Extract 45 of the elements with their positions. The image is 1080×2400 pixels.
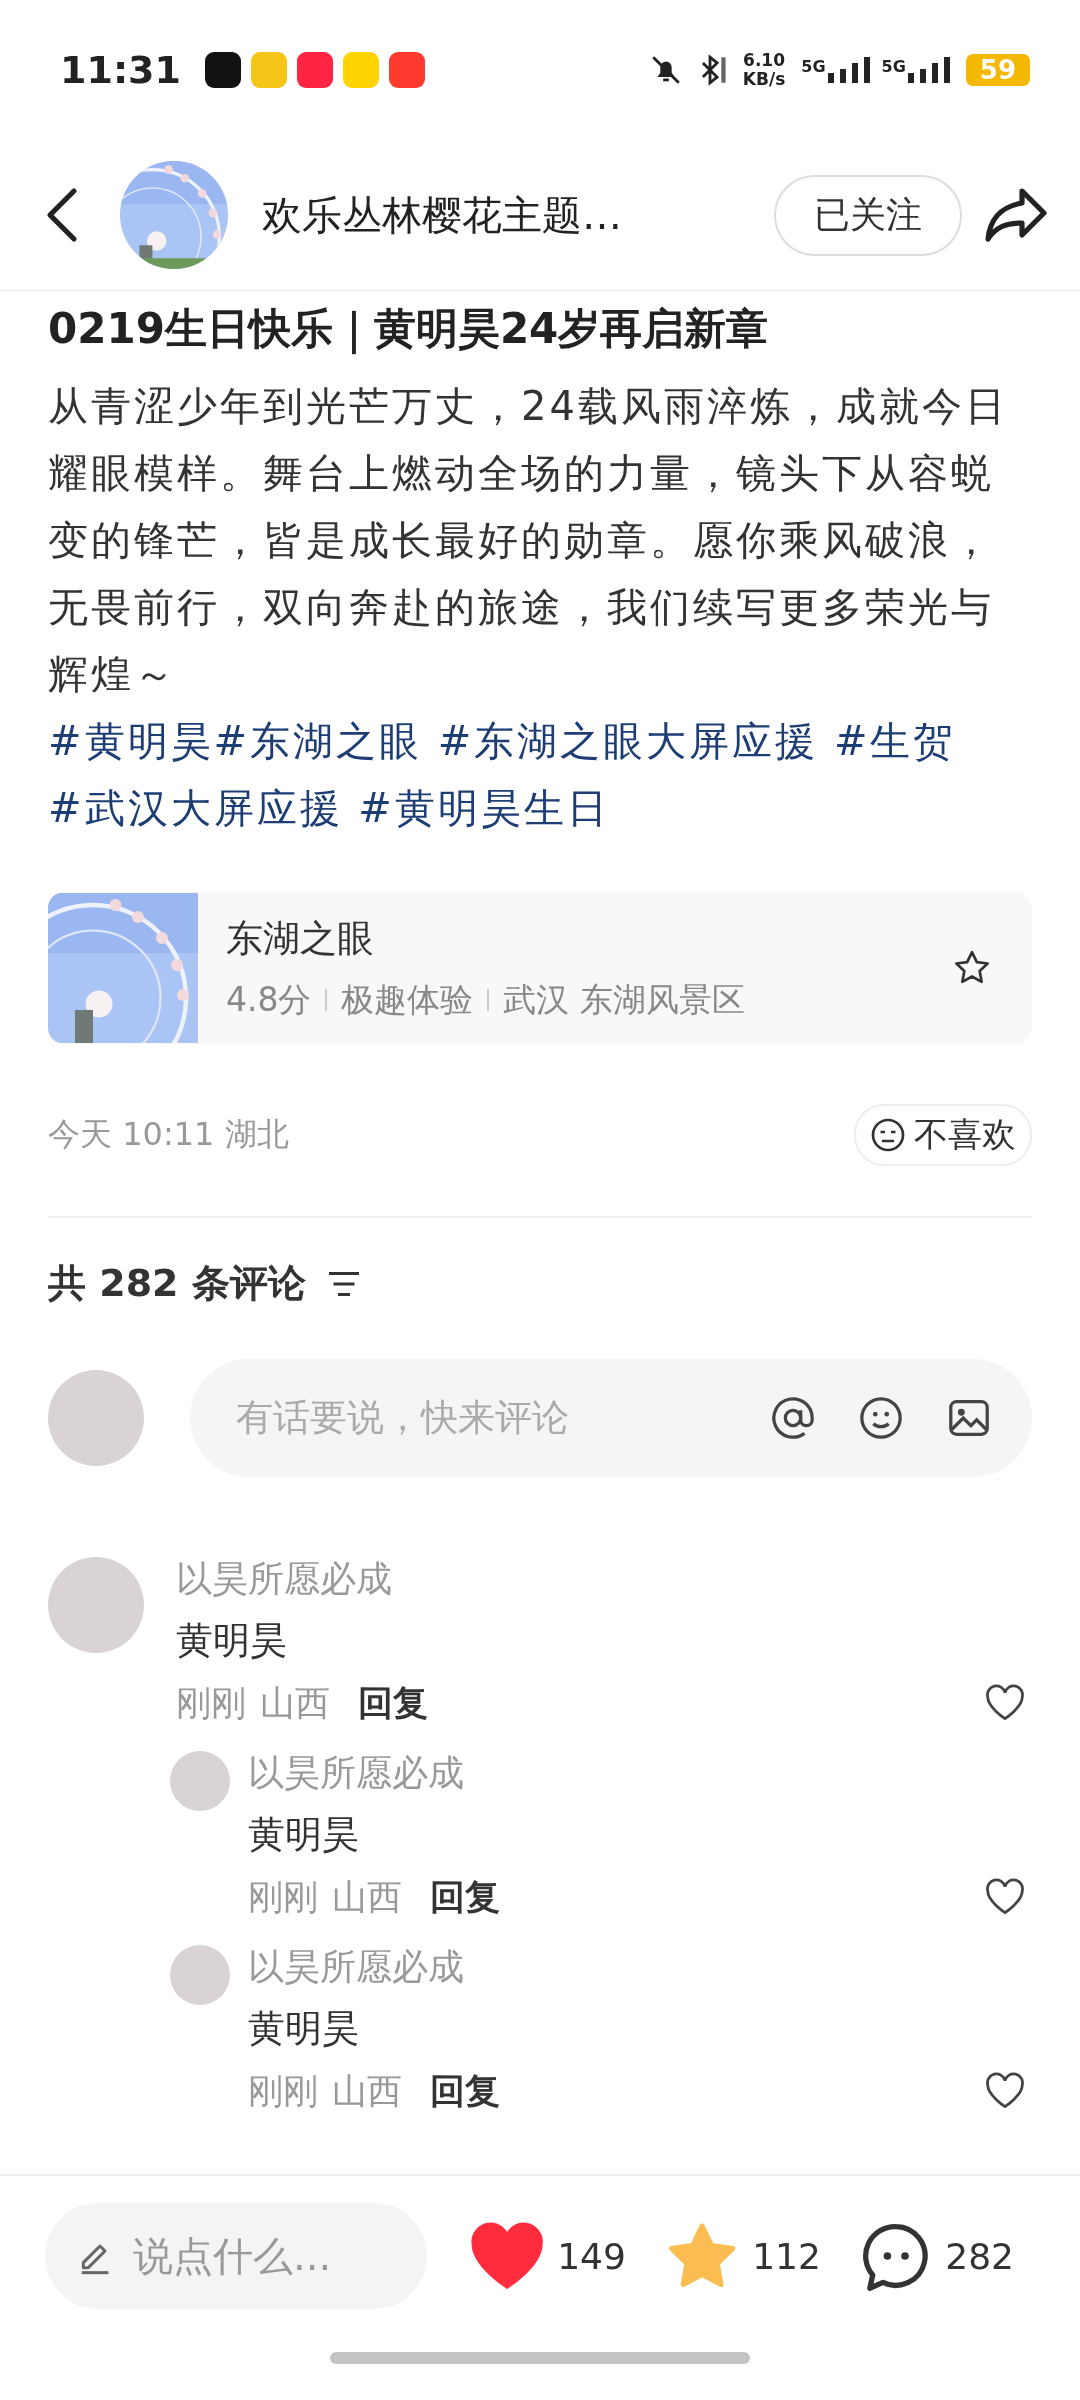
neutral-face-icon [870, 1117, 906, 1153]
hashtag-text[interactable]: #黄明昊#东湖之眼 #东湖之眼大屏应援 #生贺 #武汉大屏应援 #黄明昊生日 [48, 708, 1008, 842]
comment-time: 刚刚 [176, 1682, 246, 1725]
post-title: 0219生日快乐｜黄明昊24岁再启新章 [48, 303, 770, 356]
reply-link[interactable]: 回复 [430, 1875, 500, 1919]
status-time: 11:31 [60, 48, 181, 92]
reply-link[interactable]: 回复 [358, 1681, 428, 1725]
at-sign-icon[interactable] [770, 1395, 816, 1441]
battery-indicator: 59 [965, 54, 1030, 86]
post-body: 从青涩少年到光芒万丈，24载风雨淬炼，成就今日耀眼模样。舞台上燃动全场的力量，镜头下从容蜕变的锋芒，皆是成长最好的勋章。愿你乘风破浪，无畏前行，双向奔赴的旅途，我们续写更多荣光与辉煌～ [48, 382, 1008, 699]
comment-text: 黄明昊 [248, 1813, 360, 1857]
network-speed: 6.10 [743, 51, 785, 70]
comment-total: 282 [945, 2235, 1014, 2277]
place-detail: 武汉 东湖风景区 [503, 978, 745, 1021]
favorite-count: 112 [752, 2235, 821, 2277]
network-type: 5G [801, 57, 826, 76]
reply-link[interactable]: 回复 [430, 2069, 500, 2113]
comment-location: 山西 [332, 2070, 402, 2113]
smiley-icon[interactable] [858, 1395, 904, 1441]
comment-text: 黄明昊 [248, 2007, 360, 2051]
comment-location: 山西 [260, 1682, 330, 1725]
comment-text: 黄明昊 [176, 1619, 288, 1663]
place-detail: 极趣体验 [341, 978, 474, 1021]
comment-location: 山西 [332, 1876, 402, 1919]
post-time: 今天 10:11 湖北 [48, 1114, 289, 1155]
author-name[interactable]: 欢乐丛林樱花主题… [262, 187, 754, 243]
place-name: 东湖之眼 [226, 915, 375, 962]
follow-button[interactable]: 已关注 [774, 174, 962, 256]
comment-time: 刚刚 [248, 1876, 318, 1919]
heart-icon[interactable] [470, 2221, 544, 2291]
heart-outline-icon[interactable] [984, 1878, 1026, 1916]
signal-icon [907, 57, 952, 83]
signal-icon [827, 57, 872, 83]
place-card[interactable]: 东湖之眼 4.8分 极趣体验 武汉 东湖风景区 [48, 892, 1032, 1044]
comment-time: 刚刚 [248, 2070, 318, 2113]
speed-unit: KB/s [742, 70, 786, 89]
like-count: 149 [557, 2235, 626, 2277]
back-icon[interactable] [44, 185, 80, 245]
heart-outline-icon[interactable] [984, 1684, 1026, 1722]
place-detail: 4.8分 [226, 978, 312, 1021]
share-icon[interactable] [982, 185, 1050, 245]
dislike-button[interactable]: 不喜欢 [854, 1104, 1032, 1166]
heart-outline-icon[interactable] [984, 2072, 1026, 2110]
comment-count: 共 282 条评论 [48, 1260, 306, 1307]
network-type: 5G [881, 57, 906, 76]
